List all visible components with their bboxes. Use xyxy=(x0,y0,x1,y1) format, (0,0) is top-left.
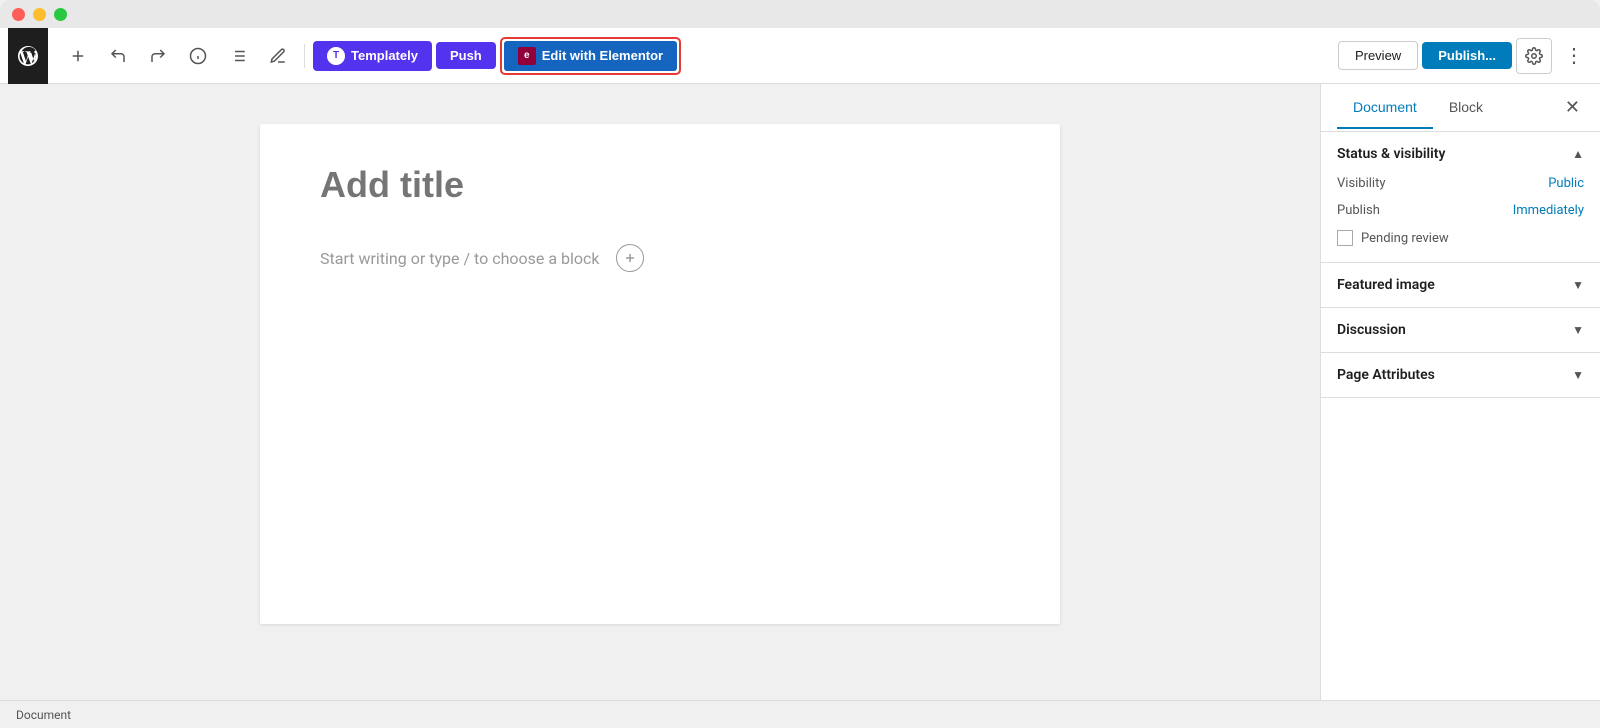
panel-status-content: Visibility Public Publish Immediately Pe… xyxy=(1321,176,1600,262)
panel-page-attributes-header[interactable]: Page Attributes ▼ xyxy=(1321,353,1600,397)
chevron-up-icon: ▲ xyxy=(1572,147,1584,161)
info-icon xyxy=(189,47,207,65)
tab-block[interactable]: Block xyxy=(1433,87,1499,129)
more-dots-icon: ⋮ xyxy=(1564,43,1584,68)
panel-discussion: Discussion ▼ xyxy=(1321,308,1600,353)
chevron-down-icon-featured: ▼ xyxy=(1572,278,1584,292)
tab-document-label: Document xyxy=(1353,99,1417,115)
panel-discussion-header[interactable]: Discussion ▼ xyxy=(1321,308,1600,352)
toolbar-divider-1 xyxy=(304,44,305,68)
pending-review-label: Pending review xyxy=(1361,231,1449,246)
plus-icon xyxy=(69,47,87,65)
redo-button[interactable] xyxy=(140,38,176,74)
featured-image-title: Featured image xyxy=(1337,277,1435,293)
tab-block-label: Block xyxy=(1449,99,1483,115)
sidebar-tabs: Document Block ✕ xyxy=(1321,84,1600,132)
wordpress-logo[interactable] xyxy=(8,28,48,84)
list-view-button[interactable] xyxy=(220,38,256,74)
publish-button[interactable]: Publish... xyxy=(1422,42,1512,69)
post-title-input[interactable] xyxy=(320,164,1000,206)
settings-button[interactable] xyxy=(1516,38,1552,74)
undo-icon xyxy=(109,47,127,65)
status-bar-text: Document xyxy=(16,708,71,722)
undo-button[interactable] xyxy=(100,38,136,74)
publish-label: Publish... xyxy=(1438,48,1496,63)
add-inline-icon xyxy=(623,251,637,265)
elementor-icon: e xyxy=(518,47,536,65)
discussion-title: Discussion xyxy=(1337,322,1406,338)
add-block-toolbar-button[interactable] xyxy=(60,38,96,74)
preview-button[interactable]: Preview xyxy=(1338,41,1418,70)
elementor-button-wrapper: e Edit with Elementor xyxy=(500,37,681,75)
tab-group: Document Block xyxy=(1337,87,1499,129)
visibility-value[interactable]: Public xyxy=(1548,176,1584,191)
block-placeholder-text: Start writing or type / to choose a bloc… xyxy=(320,249,600,268)
status-bar: Document xyxy=(0,700,1600,728)
pending-review-row: Pending review xyxy=(1337,230,1584,246)
panel-featured-image-header[interactable]: Featured image ▼ xyxy=(1321,263,1600,307)
chevron-down-icon-discussion: ▼ xyxy=(1572,323,1584,337)
panel-status-visibility-header[interactable]: Status & visibility ▲ xyxy=(1321,132,1600,176)
close-icon: ✕ xyxy=(1565,97,1580,117)
sidebar-close-button[interactable]: ✕ xyxy=(1561,93,1584,122)
publish-schedule-value[interactable]: Immediately xyxy=(1513,203,1584,218)
publish-row: Publish Immediately xyxy=(1337,203,1584,218)
panel-featured-image: Featured image ▼ xyxy=(1321,263,1600,308)
info-button[interactable] xyxy=(180,38,216,74)
publish-label: Publish xyxy=(1337,203,1380,218)
redo-icon xyxy=(149,47,167,65)
tab-document[interactable]: Document xyxy=(1337,87,1433,129)
editor-area: Start writing or type / to choose a bloc… xyxy=(0,84,1320,700)
templately-button[interactable]: T Templately xyxy=(313,41,432,71)
sidebar: Document Block ✕ Status & visibility ▲ V… xyxy=(1320,84,1600,700)
elementor-button[interactable]: e Edit with Elementor xyxy=(504,41,677,71)
page-attributes-title: Page Attributes xyxy=(1337,367,1435,383)
window-chrome xyxy=(0,0,1600,28)
visibility-label: Visibility xyxy=(1337,176,1386,191)
traffic-light-minimize[interactable] xyxy=(33,8,46,21)
push-label: Push xyxy=(450,48,482,63)
tools-button[interactable] xyxy=(260,38,296,74)
list-icon xyxy=(229,47,247,65)
wp-logo-icon xyxy=(16,44,40,68)
chevron-down-icon-page-attr: ▼ xyxy=(1572,368,1584,382)
traffic-light-close[interactable] xyxy=(12,8,25,21)
push-button[interactable]: Push xyxy=(436,42,496,69)
templately-icon: T xyxy=(327,47,345,65)
visibility-row: Visibility Public xyxy=(1337,176,1584,191)
preview-label: Preview xyxy=(1355,48,1401,63)
templately-label: Templately xyxy=(351,48,418,63)
settings-gear-icon xyxy=(1525,47,1543,65)
more-options-button[interactable]: ⋮ xyxy=(1556,38,1592,74)
main-layout: Start writing or type / to choose a bloc… xyxy=(0,84,1600,700)
toolbar: T Templately Push e Edit with Elementor … xyxy=(0,28,1600,84)
pen-icon xyxy=(269,47,287,65)
elementor-label: Edit with Elementor xyxy=(542,48,663,63)
traffic-light-maximize[interactable] xyxy=(54,8,67,21)
block-placeholder: Start writing or type / to choose a bloc… xyxy=(320,236,1000,280)
editor-content: Start writing or type / to choose a bloc… xyxy=(260,124,1060,624)
add-block-inline-button[interactable] xyxy=(616,244,644,272)
panel-page-attributes: Page Attributes ▼ xyxy=(1321,353,1600,398)
panel-status-title: Status & visibility xyxy=(1337,146,1445,162)
panel-status-visibility: Status & visibility ▲ Visibility Public … xyxy=(1321,132,1600,263)
pending-review-checkbox[interactable] xyxy=(1337,230,1353,246)
